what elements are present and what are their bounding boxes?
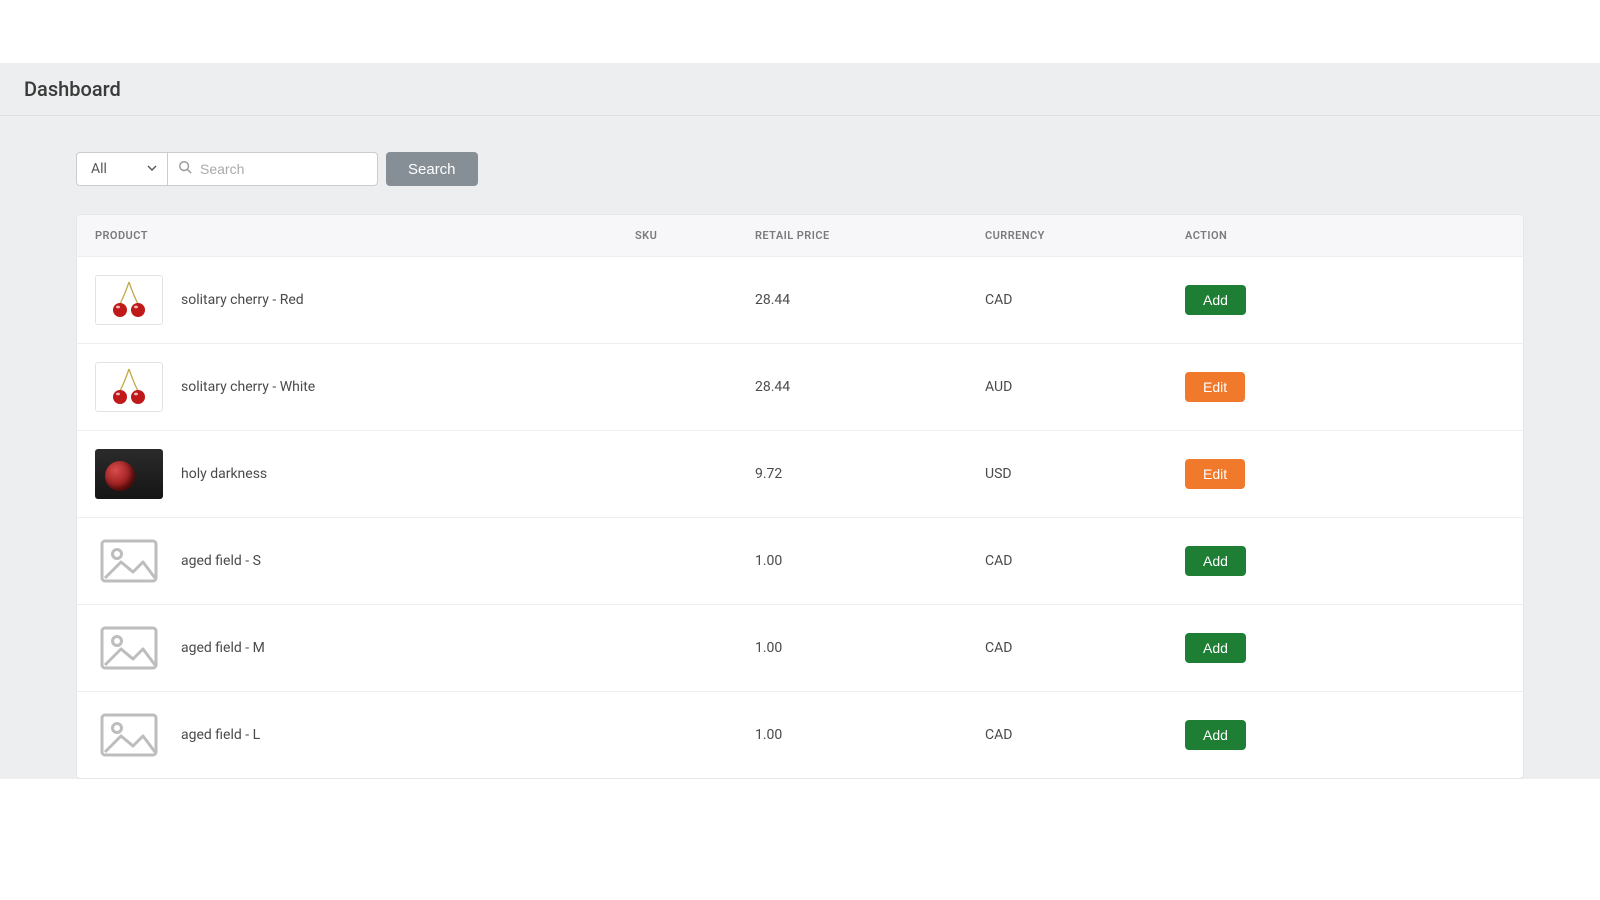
- add-button[interactable]: Add: [1185, 546, 1246, 576]
- placeholder-image-icon: [99, 625, 159, 671]
- table-row: solitary cherry - White 28.44AUDEdit: [77, 344, 1523, 431]
- table-header: Product SKU Retail Price Currency Action: [77, 215, 1523, 257]
- product-thumb: [95, 449, 163, 499]
- add-button[interactable]: Add: [1185, 720, 1246, 750]
- ornament-icon: [95, 449, 163, 499]
- cherry-icon: [105, 367, 153, 407]
- cell-currency: CAD: [985, 640, 1185, 656]
- table-row: aged field - S 1.00CADAdd: [77, 518, 1523, 605]
- filter-bar: All Search: [76, 152, 1524, 186]
- col-action: Action: [1185, 229, 1505, 242]
- table-body: solitary cherry - Red28.44CADAddsolitary…: [77, 257, 1523, 778]
- product-thumb: [95, 536, 163, 586]
- table-row: aged field - L 1.00CADAdd: [77, 692, 1523, 778]
- cell-price: 1.00: [755, 727, 985, 743]
- cell-action: Add: [1185, 546, 1505, 576]
- search-field-wrap: [168, 152, 378, 186]
- cell-price: 1.00: [755, 553, 985, 569]
- cell-product: aged field - M: [95, 623, 635, 673]
- cell-price: 1.00: [755, 640, 985, 656]
- filter-select[interactable]: All: [76, 152, 168, 186]
- page-body: All Search Product SKU Retail Price Curr…: [0, 116, 1600, 779]
- cell-currency: CAD: [985, 292, 1185, 308]
- cell-currency: AUD: [985, 379, 1185, 395]
- product-thumb: [95, 362, 163, 412]
- table-row: solitary cherry - Red 28.44CADAdd: [77, 257, 1523, 344]
- cell-product: solitary cherry - White: [95, 362, 635, 412]
- edit-button[interactable]: Edit: [1185, 372, 1245, 402]
- search-icon: [178, 160, 192, 178]
- cell-product: aged field - S: [95, 536, 635, 586]
- product-name: solitary cherry - White: [181, 379, 315, 395]
- product-name: aged field - M: [181, 640, 265, 656]
- search-input[interactable]: [200, 161, 367, 177]
- col-sku: SKU: [635, 229, 755, 242]
- top-white-gap: [0, 0, 1600, 63]
- product-name: solitary cherry - Red: [181, 292, 304, 308]
- cherry-icon: [105, 280, 153, 320]
- product-name: aged field - L: [181, 727, 260, 743]
- cell-action: Add: [1185, 720, 1505, 750]
- chevron-down-icon: [147, 161, 157, 177]
- placeholder-image-icon: [99, 538, 159, 584]
- page-header: Dashboard: [0, 63, 1600, 116]
- cell-action: Edit: [1185, 459, 1505, 489]
- product-thumb: [95, 275, 163, 325]
- table-row: aged field - M 1.00CADAdd: [77, 605, 1523, 692]
- product-name: holy darkness: [181, 466, 267, 482]
- search-button[interactable]: Search: [386, 152, 478, 186]
- page-title: Dashboard: [24, 77, 1576, 101]
- cell-action: Add: [1185, 285, 1505, 315]
- product-name: aged field - S: [181, 553, 261, 569]
- cell-action: Add: [1185, 633, 1505, 663]
- placeholder-image-icon: [99, 712, 159, 758]
- col-product: Product: [95, 229, 635, 242]
- product-thumb: [95, 710, 163, 760]
- cell-price: 28.44: [755, 379, 985, 395]
- cell-product: holy darkness: [95, 449, 635, 499]
- cell-currency: USD: [985, 466, 1185, 482]
- table-row: holy darkness 9.72USDEdit: [77, 431, 1523, 518]
- products-table: Product SKU Retail Price Currency Action…: [76, 214, 1524, 779]
- edit-button[interactable]: Edit: [1185, 459, 1245, 489]
- add-button[interactable]: Add: [1185, 633, 1246, 663]
- col-price: Retail Price: [755, 229, 985, 242]
- cell-currency: CAD: [985, 553, 1185, 569]
- cell-currency: CAD: [985, 727, 1185, 743]
- cell-action: Edit: [1185, 372, 1505, 402]
- cell-price: 9.72: [755, 466, 985, 482]
- add-button[interactable]: Add: [1185, 285, 1246, 315]
- cell-product: solitary cherry - Red: [95, 275, 635, 325]
- filter-select-value: All: [91, 161, 107, 177]
- cell-product: aged field - L: [95, 710, 635, 760]
- content: All Search Product SKU Retail Price Curr…: [48, 116, 1552, 779]
- product-thumb: [95, 623, 163, 673]
- cell-price: 28.44: [755, 292, 985, 308]
- col-currency: Currency: [985, 229, 1185, 242]
